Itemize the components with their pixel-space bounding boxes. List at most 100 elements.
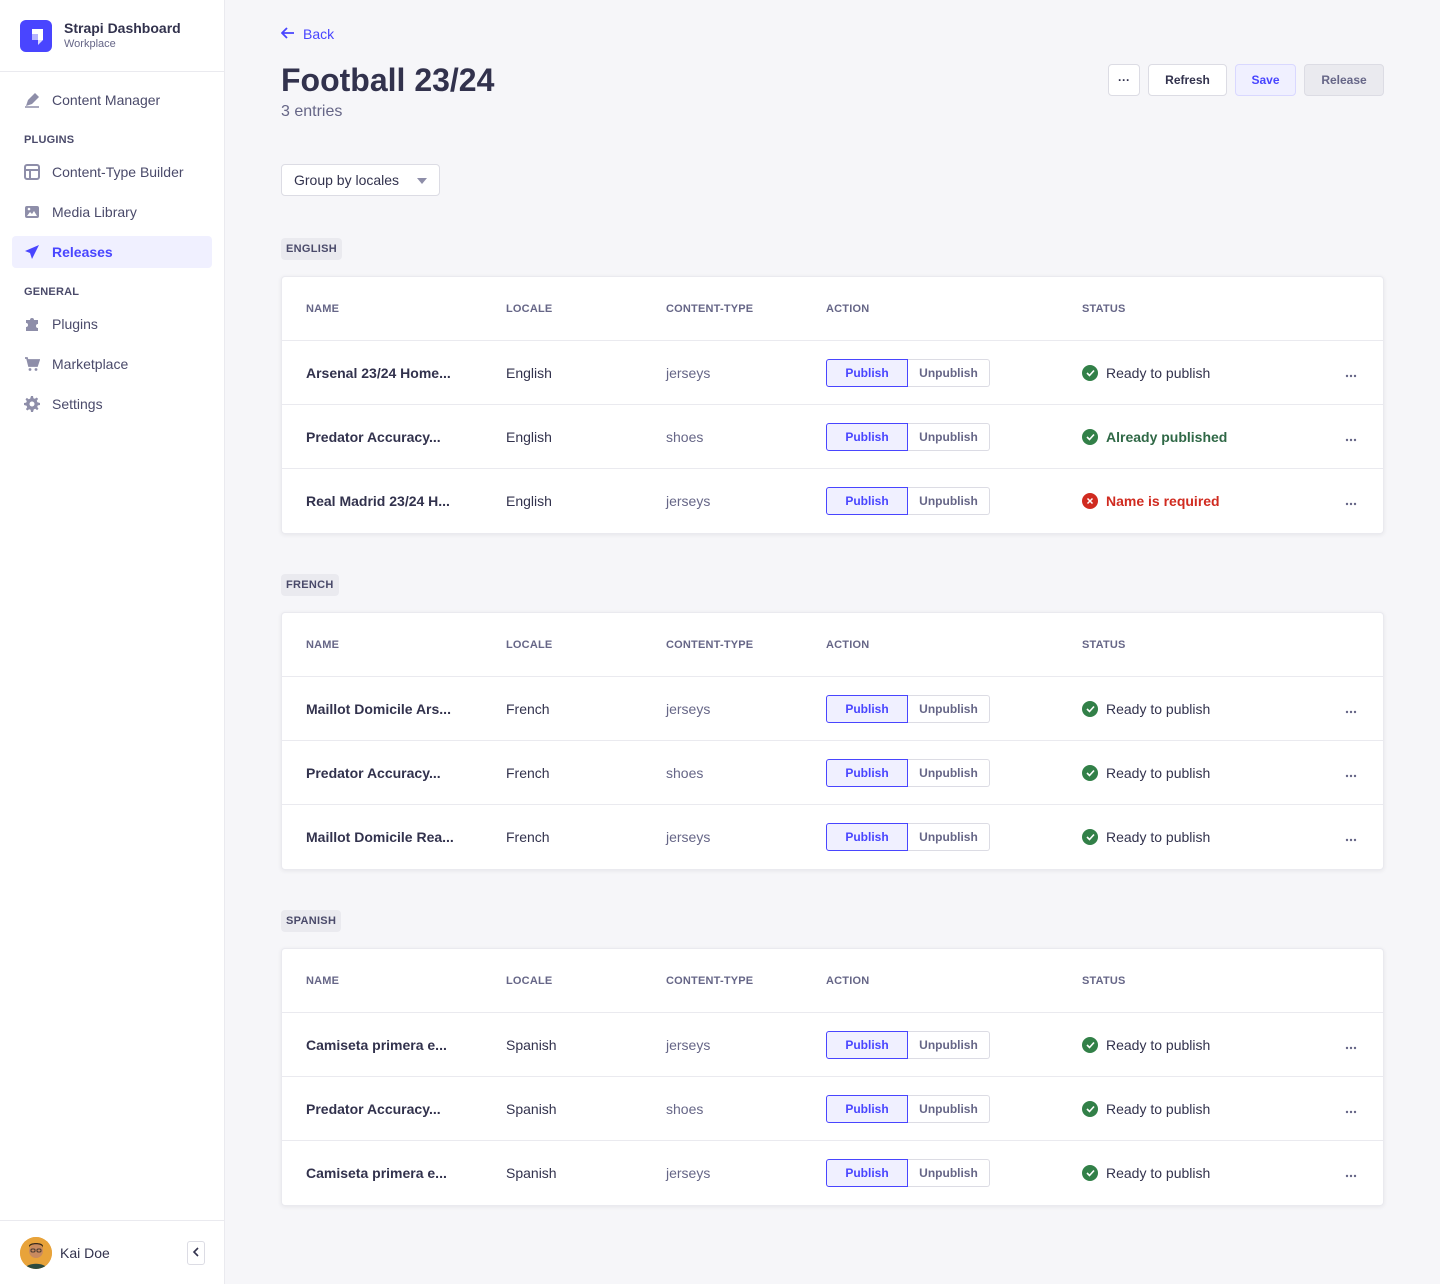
arrow-left-icon <box>280 26 303 42</box>
publish-button[interactable]: Publish <box>826 1095 908 1123</box>
back-link[interactable]: Back <box>280 24 335 44</box>
table-header-row: NAME LOCALE CONTENT-TYPE ACTION STATUS <box>282 613 1383 677</box>
table-row: Predator Accuracy... French shoes Publis… <box>282 741 1383 805</box>
publish-toggle: Publish Unpublish <box>826 695 990 723</box>
publish-toggle: Publish Unpublish <box>826 487 990 515</box>
refresh-button[interactable]: Refresh <box>1148 64 1227 96</box>
column-header-locale: LOCALE <box>506 975 553 987</box>
entry-status: Already published <box>1082 405 1227 469</box>
cross-circle-icon <box>1082 493 1098 509</box>
unpublish-button[interactable]: Unpublish <box>908 1159 990 1187</box>
row-more-button[interactable] <box>1343 741 1359 805</box>
status-badge: Ready to publish <box>1082 765 1210 781</box>
brand-title: Strapi Dashboard <box>64 20 181 36</box>
locale-group: SPANISH NAME LOCALE CONTENT-TYPE ACTION … <box>281 910 1384 1206</box>
publish-button[interactable]: Publish <box>826 487 908 515</box>
image-icon <box>24 204 40 220</box>
unpublish-button[interactable]: Unpublish <box>908 1095 990 1123</box>
table-header-row: NAME LOCALE CONTENT-TYPE ACTION STATUS <box>282 277 1383 341</box>
unpublish-button[interactable]: Unpublish <box>908 823 990 851</box>
check-circle-icon <box>1082 1101 1098 1117</box>
locale-badge: ENGLISH <box>281 238 342 260</box>
table-row: Predator Accuracy... Spanish shoes Publi… <box>282 1077 1383 1141</box>
entry-locale: English <box>506 493 552 509</box>
entry-content-type: jerseys <box>666 829 711 845</box>
entry-name: Real Madrid 23/24 H... <box>306 493 450 509</box>
group-by-select[interactable]: Group by locales <box>281 164 440 196</box>
sidebar-item-plugins[interactable]: Plugins <box>12 308 212 340</box>
user-menu[interactable]: Kai Doe <box>0 1220 224 1284</box>
row-more-button[interactable] <box>1343 1077 1359 1141</box>
row-more-button[interactable] <box>1343 341 1359 405</box>
column-header-locale: LOCALE <box>506 303 553 315</box>
collapse-sidebar-button[interactable] <box>187 1241 205 1265</box>
more-icon <box>1345 765 1357 781</box>
unpublish-button[interactable]: Unpublish <box>908 359 990 387</box>
table-row: Camiseta primera e... Spanish jerseys Pu… <box>282 1141 1383 1205</box>
publish-toggle: Publish Unpublish <box>826 1159 990 1187</box>
sidebar-item-marketplace[interactable]: Marketplace <box>12 348 212 380</box>
status-text: Ready to publish <box>1106 1165 1211 1181</box>
publish-button[interactable]: Publish <box>826 1031 908 1059</box>
status-badge: Name is required <box>1082 493 1220 509</box>
publish-button[interactable]: Publish <box>826 759 908 787</box>
column-header-name: NAME <box>306 303 340 315</box>
publish-button[interactable]: Publish <box>826 695 908 723</box>
entry-locale: Spanish <box>506 1037 557 1053</box>
plugins-section-label: PLUGINS <box>24 134 75 146</box>
group-by-value: Group by locales <box>294 172 400 188</box>
sidebar-item-label: Marketplace <box>52 356 129 372</box>
publish-toggle: Publish Unpublish <box>826 359 990 387</box>
status-text: Ready to publish <box>1106 829 1211 845</box>
page-subtitle: 3 entries <box>281 103 343 120</box>
more-actions-button[interactable]: ··· <box>1108 64 1140 96</box>
sidebar-item-media-library[interactable]: Media Library <box>12 196 212 228</box>
entry-content-type: jerseys <box>666 701 711 717</box>
status-badge: Ready to publish <box>1082 1101 1210 1117</box>
publish-button[interactable]: Publish <box>826 1159 908 1187</box>
user-name: Kai Doe <box>60 1244 110 1261</box>
entry-action: Publish Unpublish <box>826 1141 990 1205</box>
sidebar-item-releases[interactable]: Releases <box>12 236 212 268</box>
publish-button[interactable]: Publish <box>826 359 908 387</box>
check-circle-icon <box>1082 829 1098 845</box>
sidebar-item-label: Releases <box>52 244 113 260</box>
entries-table: NAME LOCALE CONTENT-TYPE ACTION STATUS M… <box>281 612 1384 870</box>
entry-action: Publish Unpublish <box>826 405 990 469</box>
locale-badge: SPANISH <box>281 910 342 932</box>
unpublish-button[interactable]: Unpublish <box>908 1031 990 1059</box>
entry-locale: French <box>506 765 550 781</box>
row-more-button[interactable] <box>1343 405 1359 469</box>
sidebar-item-label: Settings <box>52 396 103 412</box>
back-label: Back <box>303 26 335 42</box>
entry-name: Predator Accuracy... <box>306 429 441 445</box>
row-more-button[interactable] <box>1343 677 1359 741</box>
sidebar-item-content-manager[interactable]: Content Manager <box>12 84 212 116</box>
row-more-button[interactable] <box>1343 805 1359 869</box>
entry-content-type: shoes <box>666 1101 704 1117</box>
sidebar-item-content-type-builder[interactable]: Content-Type Builder <box>12 156 212 188</box>
status-text: Ready to publish <box>1106 765 1211 781</box>
entry-locale: Spanish <box>506 1101 557 1117</box>
column-header-action: ACTION <box>826 639 870 651</box>
unpublish-button[interactable]: Unpublish <box>908 423 990 451</box>
entry-action: Publish Unpublish <box>826 469 990 533</box>
release-button[interactable]: Release <box>1304 64 1384 96</box>
sidebar-item-settings[interactable]: Settings <box>12 388 212 420</box>
publish-toggle: Publish Unpublish <box>826 1031 990 1059</box>
row-more-button[interactable] <box>1343 1141 1359 1205</box>
publish-button[interactable]: Publish <box>826 423 908 451</box>
unpublish-button[interactable]: Unpublish <box>908 487 990 515</box>
more-icon <box>1345 1037 1357 1053</box>
status-badge: Ready to publish <box>1082 701 1210 717</box>
save-button[interactable]: Save <box>1235 64 1296 96</box>
unpublish-button[interactable]: Unpublish <box>908 759 990 787</box>
more-icon <box>1345 1165 1357 1181</box>
publish-button[interactable]: Publish <box>826 823 908 851</box>
sidebar-item-label: Plugins <box>52 316 98 332</box>
sidebar-item-label: Media Library <box>52 204 137 220</box>
row-more-button[interactable] <box>1343 1013 1359 1077</box>
entry-action: Publish Unpublish <box>826 1013 990 1077</box>
unpublish-button[interactable]: Unpublish <box>908 695 990 723</box>
row-more-button[interactable] <box>1343 469 1359 533</box>
